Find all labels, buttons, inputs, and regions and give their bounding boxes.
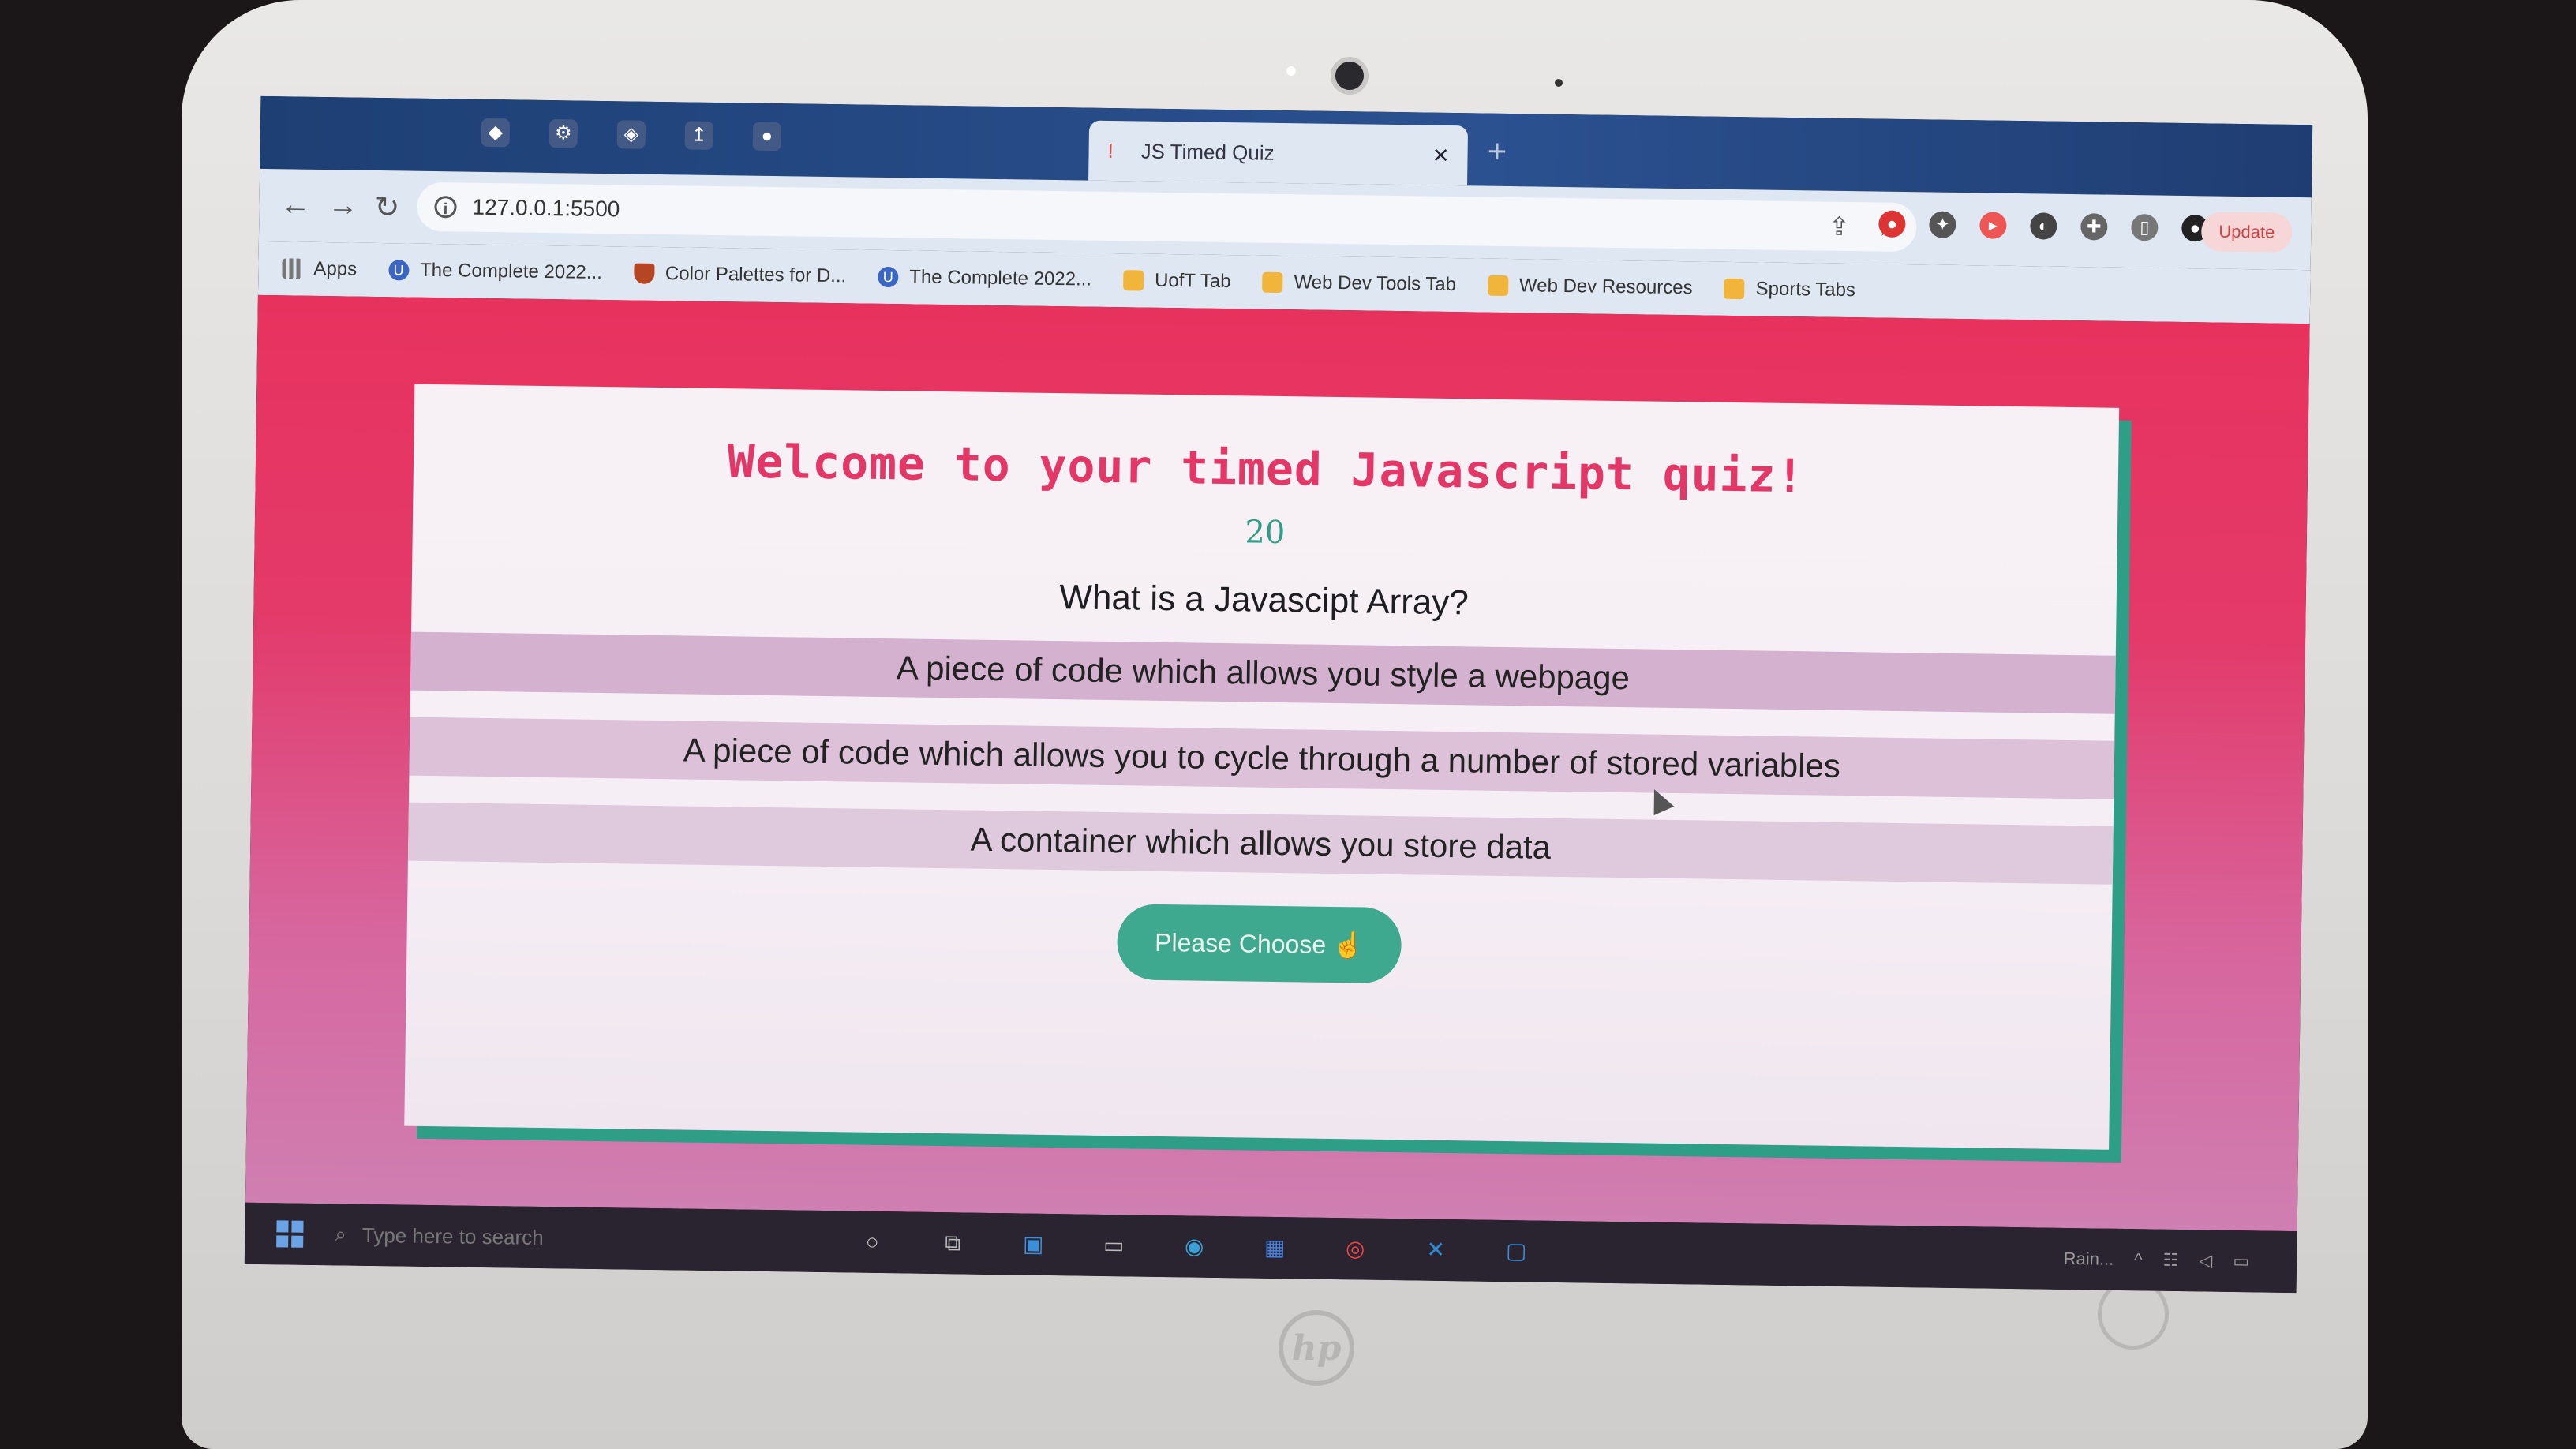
udemy-icon: U: [878, 266, 899, 288]
taskbar-search[interactable]: ⌕ Type here to search: [335, 1222, 777, 1253]
bookmark-udemy-2[interactable]: U The Complete 2022...: [878, 266, 1091, 291]
folder-icon: [1487, 275, 1509, 297]
page-title: Welcome to your timed Javascript quiz!: [727, 434, 1805, 504]
countdown-timer: 20: [1245, 514, 1286, 552]
extension-icon[interactable]: ▸: [1979, 212, 2007, 239]
pinned-tab-icon[interactable]: ↥: [684, 121, 714, 150]
battery-icon[interactable]: ▭: [2233, 1251, 2249, 1271]
store-icon[interactable]: ▣: [1017, 1227, 1050, 1261]
search-placeholder: Type here to search: [361, 1222, 544, 1249]
chrome-icon[interactable]: ◎: [1339, 1232, 1372, 1266]
pinned-tab-icon[interactable]: ●: [752, 122, 782, 152]
cortana-icon[interactable]: ○: [856, 1226, 889, 1260]
button-label: Please Choose: [1154, 927, 1327, 959]
tab-js-timed-quiz[interactable]: ! JS Timed Quiz ×: [1088, 120, 1469, 186]
weather-text[interactable]: Rain...: [2064, 1249, 2114, 1270]
windows-start-icon[interactable]: [276, 1220, 304, 1248]
webcam: [1331, 57, 1368, 95]
camera-sensor: [1555, 79, 1563, 87]
update-button[interactable]: Update: [2201, 212, 2293, 253]
chevron-up-icon[interactable]: ^: [2134, 1249, 2143, 1270]
bookmark-sports-tabs[interactable]: Sports Tabs: [1724, 278, 1855, 301]
question-text: What is a Javascipt Array?: [1059, 578, 1470, 623]
bookmark-apps[interactable]: Apps: [282, 257, 357, 280]
back-icon[interactable]: ←: [278, 188, 313, 223]
quiz-card: Welcome to your timed Javascript quiz! 2…: [404, 384, 2120, 1150]
favicon-icon: !: [1107, 138, 1114, 163]
apps-grid-icon: [282, 258, 303, 279]
answer-list: A piece of code which allows you style a…: [407, 631, 2116, 885]
page-viewport: Welcome to your timed Javascript quiz! 2…: [245, 294, 2310, 1232]
pinned-tab-icon[interactable]: ⚙: [549, 119, 578, 148]
url-text: 127.0.0.1:5500: [472, 194, 620, 222]
network-icon[interactable]: ☷: [2162, 1250, 2178, 1271]
folder-icon: [1122, 270, 1144, 291]
hp-logo: hp: [1279, 1310, 1354, 1386]
pointer-hand-icon: ☝: [1331, 930, 1365, 960]
volume-icon[interactable]: ◁: [2199, 1250, 2212, 1271]
answer-option-3[interactable]: A container which allows you store data: [407, 802, 2114, 885]
close-tab-icon[interactable]: ×: [1432, 140, 1448, 170]
extensions-bar: ● ✦ ▸ ◐ ✚ ▯ ●: [1878, 210, 2209, 242]
pinned-tab-icon[interactable]: ◆: [481, 118, 511, 148]
folder-icon: [1724, 278, 1745, 300]
app-icon[interactable]: ▢: [1500, 1234, 1533, 1268]
task-view-icon[interactable]: ⧉: [936, 1226, 970, 1260]
search-icon: ⌕: [335, 1222, 347, 1246]
please-choose-button[interactable]: Please Choose ☝: [1116, 904, 1402, 984]
tab-title: JS Timed Quiz: [1140, 138, 1275, 165]
taskbar-apps: ○ ⧉ ▣ ▭ ◉ ▦ ◎ ✕ ▢: [856, 1226, 1533, 1268]
address-bar[interactable]: i 127.0.0.1:5500 ⇪ ☆: [417, 182, 1917, 253]
bookmark-web-dev-resources[interactable]: Web Dev Resources: [1487, 275, 1693, 300]
answer-option-2[interactable]: A piece of code which allows you to cycl…: [409, 717, 2115, 799]
bookmark-color-palettes[interactable]: Color Palettes for D...: [633, 263, 846, 288]
reload-icon[interactable]: ↻: [369, 189, 405, 226]
edge-icon[interactable]: ◉: [1178, 1230, 1211, 1264]
bookmark-udemy-1[interactable]: U The Complete 2022...: [388, 259, 602, 284]
share-icon[interactable]: ⇪: [1829, 212, 1850, 242]
shield-icon: [633, 263, 655, 284]
vscode-icon[interactable]: ✕: [1419, 1234, 1453, 1267]
extension-icon[interactable]: ◐: [2030, 212, 2057, 240]
extension-icon[interactable]: ●: [1878, 210, 1906, 238]
folder-icon: [1262, 271, 1283, 294]
extension-icon[interactable]: ✦: [1929, 211, 1956, 238]
puzzle-icon[interactable]: ✚: [2080, 213, 2108, 241]
udemy-icon: U: [388, 260, 410, 281]
bookmark-web-dev-tools[interactable]: Web Dev Tools Tab: [1262, 271, 1456, 296]
new-tab-icon[interactable]: +: [1487, 133, 1507, 170]
site-info-icon[interactable]: i: [434, 196, 457, 219]
pinned-tabs: ◆ ⚙ ◈ ↥ ●: [481, 118, 782, 152]
app-icon[interactable]: ▦: [1258, 1231, 1292, 1265]
camera-led: [1286, 66, 1296, 76]
file-explorer-icon[interactable]: ▭: [1097, 1229, 1131, 1263]
sidebar-icon[interactable]: ▯: [2131, 214, 2159, 242]
forward-icon[interactable]: →: [325, 189, 361, 223]
laptop-screen: ◆ ⚙ ◈ ↥ ● ! JS Timed Quiz × + ← → ↻ i 12…: [244, 95, 2313, 1294]
answer-option-1[interactable]: A piece of code which allows you style a…: [410, 631, 2116, 714]
bookmark-uoft-tab[interactable]: UofT Tab: [1122, 269, 1231, 293]
system-tray: Rain... ^ ☷ ◁ ▭: [2064, 1249, 2250, 1271]
codepen-icon[interactable]: ◈: [616, 120, 646, 149]
